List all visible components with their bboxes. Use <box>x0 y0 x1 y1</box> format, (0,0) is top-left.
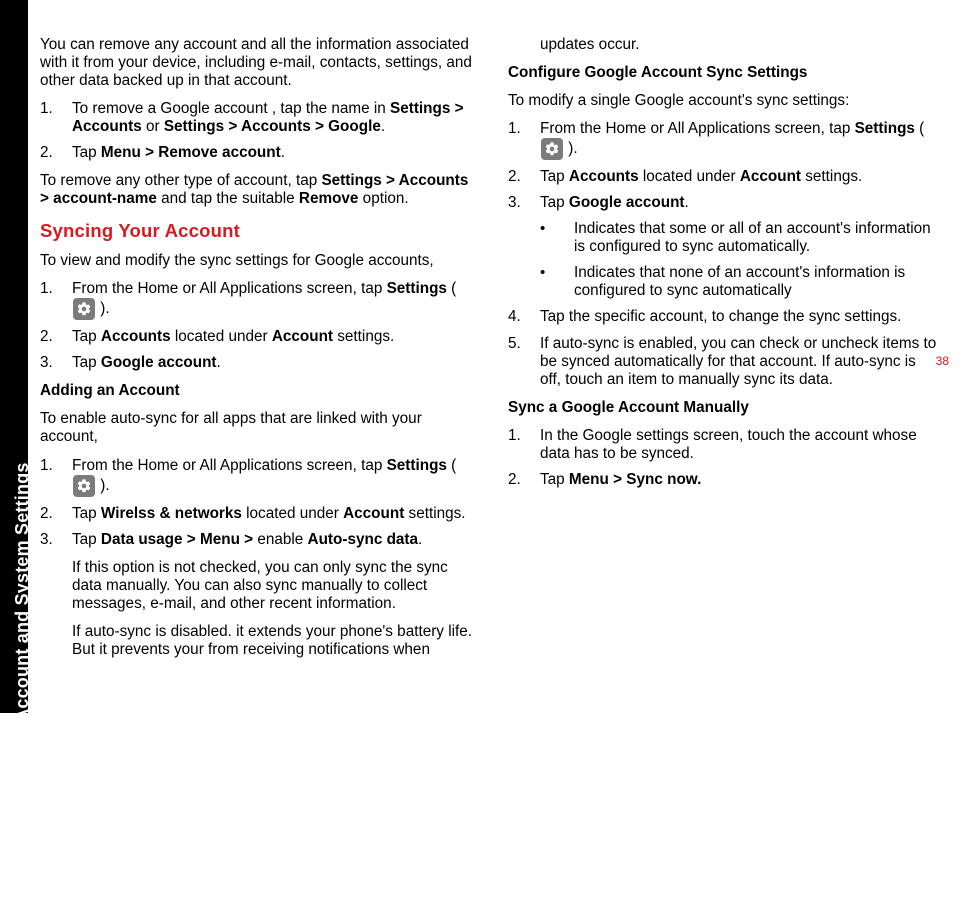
adding-intro: To enable auto-sync for all apps that ar… <box>40 410 472 446</box>
note-unchecked: If this option is not checked, you can o… <box>40 559 472 613</box>
cfg-bullet-2: • Indicates that none of an account's in… <box>508 264 940 300</box>
settings-gear-icon <box>541 138 563 160</box>
add-step-1: 1. From the Home or All Applications scr… <box>40 457 472 497</box>
cfg-bullet-1: • Indicates that some or all of an accou… <box>508 220 940 256</box>
sidebar-title: Managing Personal, Account and System Se… <box>12 500 33 900</box>
sync-step-3: 3. Tap Google account. <box>40 354 472 372</box>
settings-gear-icon <box>73 475 95 497</box>
cfg-step-3: 3. Tap Google account. <box>508 194 940 212</box>
sync-step-1: 1. From the Home or All Applications scr… <box>40 280 472 320</box>
man-step-1: 1. In the Google settings screen, touch … <box>508 427 940 463</box>
settings-gear-icon <box>73 298 95 320</box>
adding-heading: Adding an Account <box>40 382 472 400</box>
configure-heading: Configure Google Account Sync Settings <box>508 64 940 82</box>
cfg-step-2: 2. Tap Accounts located under Account se… <box>508 168 940 186</box>
configure-intro: To modify a single Google account's sync… <box>508 92 940 110</box>
remove-step-2: 2. Tap Menu > Remove account. <box>40 144 472 162</box>
sync-step-2: 2. Tap Accounts located under Account se… <box>40 328 472 346</box>
add-step-3: 3. Tap Data usage > Menu > enable Auto-s… <box>40 531 472 549</box>
cfg-step-1: 1. From the Home or All Applications scr… <box>508 120 940 160</box>
intro-paragraph: You can remove any account and all the i… <box>40 36 472 90</box>
main-content: You can remove any account and all the i… <box>40 36 940 676</box>
man-step-2: 2. Tap Menu > Sync now. <box>508 471 940 489</box>
cfg-step-4: 4. Tap the specific account, to change t… <box>508 308 940 326</box>
manual-heading: Sync a Google Account Manually <box>508 399 940 417</box>
other-remove-paragraph: To remove any other type of account, tap… <box>40 172 472 208</box>
cfg-step-5: 5. If auto-sync is enabled, you can chec… <box>508 335 940 389</box>
remove-step-1: 1. To remove a Google account , tap the … <box>40 100 472 136</box>
syncing-heading: Syncing Your Account <box>40 220 472 242</box>
syncing-intro: To view and modify the sync settings for… <box>40 252 472 270</box>
add-step-2: 2. Tap Wirelss & networks located under … <box>40 505 472 523</box>
